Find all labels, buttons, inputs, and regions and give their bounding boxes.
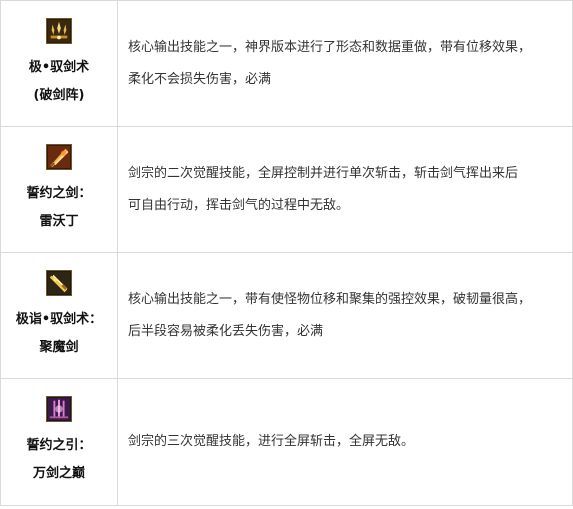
third-awakening-skill-icon	[46, 396, 72, 422]
skill-description-line: 核心输出技能之一，神界版本进行了形态和数据重做，带有位移效果，	[128, 39, 532, 55]
skill-table: 极•驭剑术 (破剑阵) 核心输出技能之一，神界版本进行了形态和数据重做，带有位移…	[0, 0, 573, 506]
skill-name-line: 聚魔剑	[39, 339, 79, 355]
skill-name-cell: 誓约之引： 万剑之巅	[0, 378, 118, 506]
skill-description-cell: 剑宗的二次觉醒技能，全屏控制并进行单次斩击，斩击剑气挥出来后 可自由行动，挥击剑…	[117, 126, 573, 253]
table-row: 誓约之引： 万剑之巅 剑宗的三次觉醒技能，进行全屏斩击，全屏无敌。	[0, 378, 573, 506]
skill-name-cell: 誓约之剑： 雷沃丁	[0, 126, 118, 253]
skill-name-line: 雷沃丁	[39, 213, 79, 229]
skill-name-line: 万剑之巅	[32, 466, 85, 481]
skill-name-line: 誓约之引：	[26, 438, 92, 453]
skill-name-line: 誓约之剑：	[26, 185, 92, 201]
skill-description-line: 剑宗的二次觉醒技能，全屏控制并进行单次斩击，斩击剑气挥出来后	[128, 165, 519, 181]
skill-name-line: 极诣•驭剑术：	[15, 311, 103, 327]
awakening-sword-skill-icon	[46, 143, 72, 170]
skill-description-line: 柔化不会损失伤害，必满	[128, 71, 272, 87]
skill-description-line: 核心输出技能之一，带有使怪物位移和聚集的强控效果，破韧量很高，	[128, 291, 532, 307]
table-row: 极诣•驭剑术： 聚魔剑 核心输出技能之一，带有使怪物位移和聚集的强控效果，破韧量…	[0, 252, 573, 379]
skill-name-cell: 极诣•驭剑术： 聚魔剑	[0, 252, 118, 379]
skill-description-cell: 核心输出技能之一，神界版本进行了形态和数据重做，带有位移效果， 柔化不会损失伤害…	[117, 0, 573, 127]
sword-formation-skill-icon	[46, 17, 72, 44]
table-row: 誓约之剑： 雷沃丁 剑宗的二次觉醒技能，全屏控制并进行单次斩击，斩击剑气挥出来后…	[0, 126, 573, 253]
table-row: 极•驭剑术 (破剑阵) 核心输出技能之一，神界版本进行了形态和数据重做，带有位移…	[0, 0, 573, 127]
skill-description-line: 剑宗的三次觉醒技能，进行全屏斩击，全屏无敌。	[128, 434, 415, 449]
skill-name-line: (破剑阵)	[33, 87, 85, 103]
gathering-sword-skill-icon	[46, 269, 72, 296]
skill-description-cell: 剑宗的三次觉醒技能，进行全屏斩击，全屏无敌。	[117, 378, 573, 506]
skill-name-cell: 极•驭剑术 (破剑阵)	[0, 0, 118, 127]
skill-description-line: 后半段容易被柔化丢失伤害，必满	[128, 323, 324, 339]
skill-name-line: 极•驭剑术	[28, 59, 90, 75]
skill-description-cell: 核心输出技能之一，带有使怪物位移和聚集的强控效果，破韧量很高， 后半段容易被柔化…	[117, 252, 573, 379]
skill-description-line: 可自由行动，挥击剑气的过程中无敌。	[128, 197, 350, 213]
